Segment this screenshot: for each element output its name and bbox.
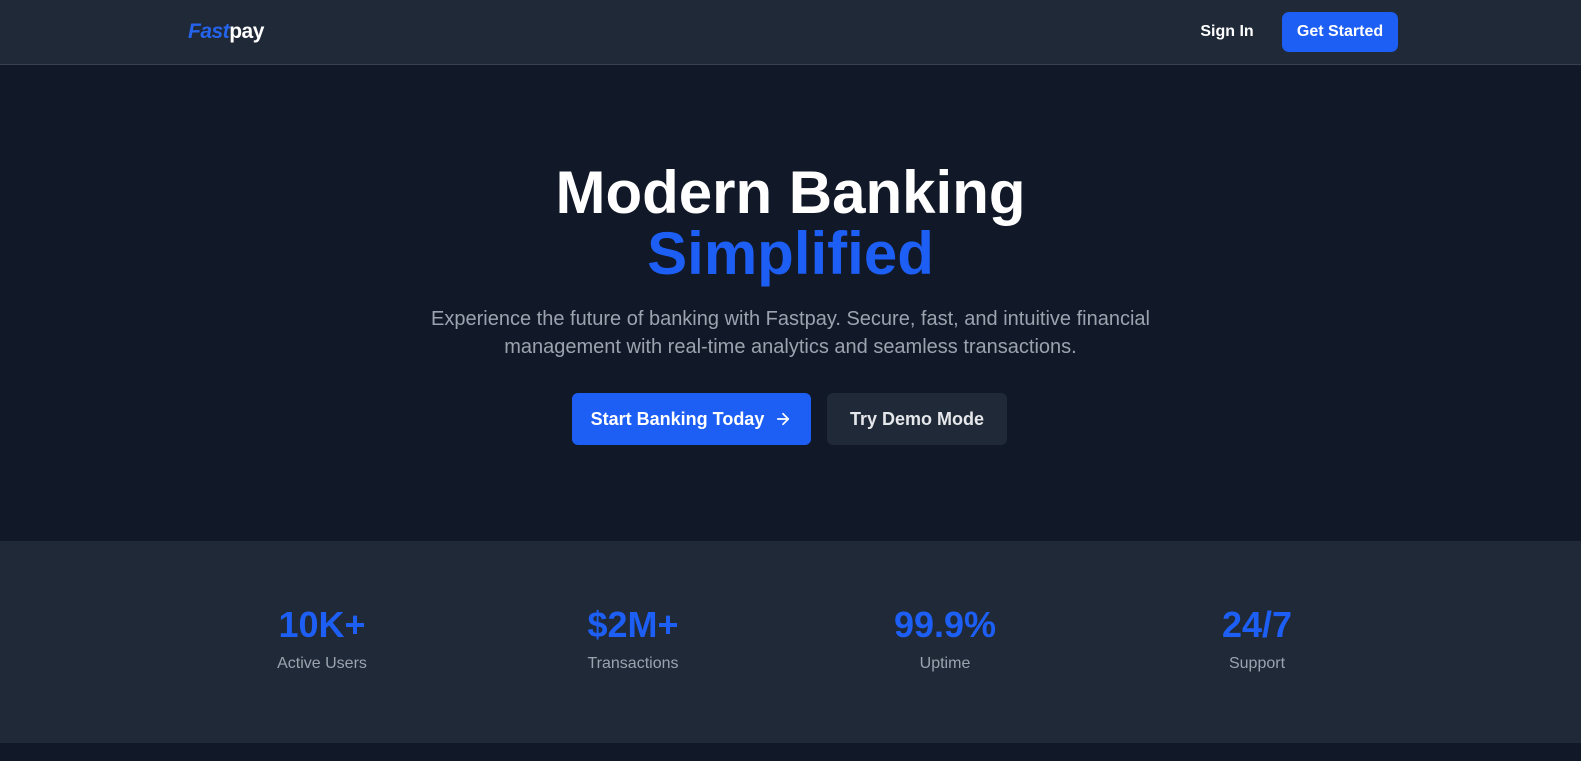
hero-accent-title: Simplified bbox=[647, 220, 934, 287]
start-banking-button[interactable]: Start Banking Today bbox=[572, 393, 811, 445]
stat-active-users: 10K+ Active Users bbox=[202, 605, 442, 675]
get-started-button[interactable]: Get Started bbox=[1282, 12, 1398, 52]
hero-subtitle: Experience the future of banking with Fa… bbox=[431, 308, 1150, 358]
arrow-right-icon bbox=[777, 412, 790, 426]
stat-label: Uptime bbox=[919, 655, 971, 672]
stat-value: 24/7 bbox=[1221, 604, 1293, 645]
logo-pay-text: pay bbox=[229, 20, 264, 43]
hero-section: Modern Banking Simplified Experience the… bbox=[0, 65, 1581, 541]
stat-support: 24/7 Support bbox=[1137, 605, 1377, 675]
try-demo-button[interactable]: Try Demo Mode bbox=[827, 393, 1007, 445]
logo-fast-text: Fast bbox=[188, 20, 230, 43]
stats-section: 10K+ Active Users $2M+ Transactions 99.9… bbox=[0, 541, 1581, 743]
hero-title: Modern Banking bbox=[555, 159, 1026, 226]
stat-transactions: $2M+ Transactions bbox=[513, 605, 753, 675]
fastpay-logo[interactable]: Fastpay bbox=[188, 20, 264, 44]
stat-value: 10K+ bbox=[278, 604, 366, 645]
stat-label: Transactions bbox=[587, 655, 679, 672]
stat-label: Support bbox=[1228, 655, 1286, 672]
stat-value: 99.9% bbox=[893, 604, 997, 645]
sign-in-button[interactable]: Sign In bbox=[1185, 12, 1269, 52]
top-navbar: Fastpay Sign In Get Started bbox=[0, 0, 1581, 65]
stat-label: Active Users bbox=[277, 655, 367, 672]
footer-strip bbox=[0, 743, 1581, 761]
start-banking-label: Start Banking Today bbox=[590, 408, 765, 429]
stat-value: $2M+ bbox=[587, 604, 679, 645]
stat-uptime: 99.9% Uptime bbox=[825, 605, 1065, 675]
